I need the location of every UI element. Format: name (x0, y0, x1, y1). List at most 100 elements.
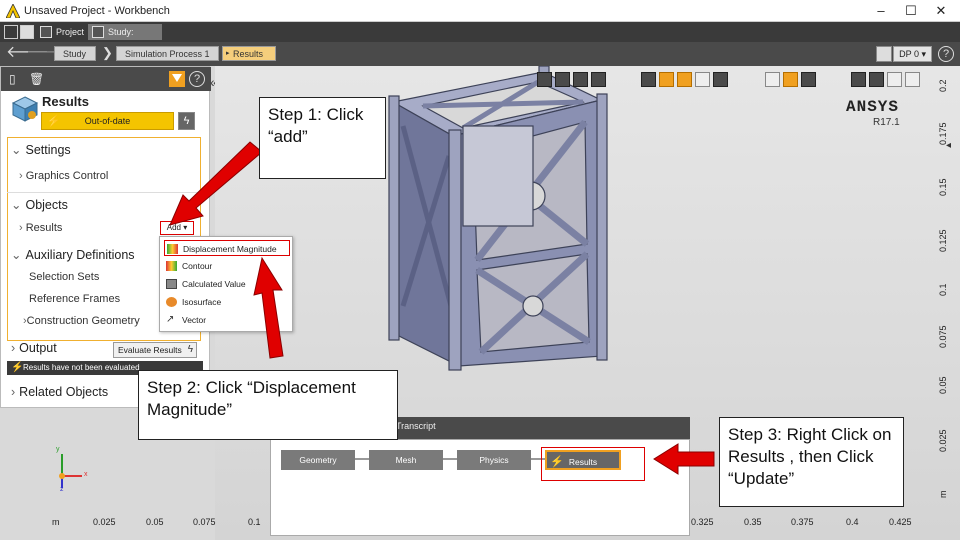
menu-item-isosurface[interactable]: Isosurface (164, 294, 290, 310)
isosurface-icon (166, 297, 177, 307)
close-icon[interactable]: ✕ (926, 2, 956, 20)
select-tool-1-icon[interactable] (641, 72, 656, 87)
fit-view-icon[interactable] (801, 72, 816, 87)
breadcrumb-toolbar: 🡐 🡒 Study ❯ Simulation Process 1 ▸ Result… (0, 42, 960, 66)
section-label: Output (19, 341, 57, 355)
view-option-2-icon[interactable] (905, 72, 920, 87)
workflow-node-physics[interactable]: Physics (457, 450, 531, 470)
selection-sets-row[interactable]: Selection Sets (29, 271, 99, 283)
minimize-icon[interactable]: – (866, 2, 896, 20)
select-tool-2-icon[interactable] (659, 72, 674, 87)
horizontal-tick: 0.025 (93, 517, 116, 527)
layout-icon[interactable] (876, 46, 892, 62)
tab-transcript[interactable]: Transcript (396, 421, 436, 431)
displacement-icon (167, 244, 178, 254)
results-row[interactable]: › Results (19, 222, 62, 234)
menu-item-contour[interactable]: Contour (164, 258, 290, 274)
tab-label: Project (56, 27, 85, 37)
section-auxiliary-definitions[interactable]: ⌄ Auxiliary Definitions (11, 247, 135, 262)
section-label: Auxiliary Definitions (25, 248, 135, 262)
breadcrumb-study[interactable]: Study (54, 46, 96, 61)
section-label: Settings (25, 143, 71, 157)
view-option-1-icon[interactable] (887, 72, 902, 87)
zoom-tool-1-icon[interactable] (765, 72, 780, 87)
callout-step-1: Step 1: Click “add” (259, 97, 386, 179)
workflow-connector (355, 458, 369, 460)
menu-item-label: Vector (182, 315, 207, 325)
breadcrumb-simulation-process[interactable]: Simulation Process 1 (116, 46, 219, 61)
select-tool-4-icon[interactable] (695, 72, 710, 87)
horizontal-tick: 0.325 (691, 517, 714, 527)
evaluate-results-button[interactable]: Evaluate Results ϟ (113, 342, 197, 358)
select-tool-5-icon[interactable] (713, 72, 728, 87)
view-tool-2-icon[interactable] (555, 72, 570, 87)
project-icon (40, 26, 52, 38)
menu-item-calculated-value[interactable]: Calculated Value (164, 276, 290, 292)
horizontal-tick: 0.075 (193, 517, 216, 527)
workflow-node-geometry[interactable]: Geometry (281, 450, 355, 470)
horizontal-tick: 0.375 (791, 517, 814, 527)
vertical-tick: 0.025 (938, 429, 948, 452)
section-related-objects[interactable]: › Related Objects (11, 385, 108, 399)
cubesat-model (388, 66, 608, 371)
reference-frames-row[interactable]: Reference Frames (29, 293, 120, 305)
status-text: Out-of-date (84, 116, 131, 126)
breadcrumb-results[interactable]: ▸ Results (222, 46, 276, 61)
delete-icon[interactable]: 🗑 (29, 72, 44, 86)
vertical-tick: 0.125 (938, 229, 948, 252)
graphics-control-row[interactable]: › Graphics Control (19, 170, 108, 182)
row-label: Construction Geometry (26, 315, 140, 327)
results-cube-icon (11, 96, 39, 122)
menu-icon[interactable] (4, 25, 18, 39)
view-tool-1-icon[interactable] (537, 72, 552, 87)
workflow-node-mesh[interactable]: Mesh (369, 450, 443, 470)
light-icon[interactable] (851, 72, 866, 87)
warning-lightning-icon: ⚡ (11, 362, 24, 373)
maximize-icon[interactable]: ☐ (896, 2, 926, 20)
menu-item-label: Isosurface (182, 297, 222, 307)
horizontal-tick: m (52, 517, 60, 527)
horizontal-tick: 0.425 (889, 517, 912, 527)
design-point-select[interactable]: DP 0 ▾ (893, 46, 932, 62)
section-objects[interactable]: ⌄ Objects (11, 197, 68, 212)
filter-icon[interactable] (169, 71, 185, 87)
axis-z-label: z (60, 486, 64, 493)
add-button[interactable]: Add ▾ (160, 221, 194, 235)
warning-text: Results have not been evaluated (23, 363, 140, 372)
row-label: Graphics Control (25, 170, 109, 182)
title-bar: Unsaved Project - Workbench – ☐ ✕ (0, 0, 960, 22)
menu-item-displacement-magnitude[interactable]: Displacement Magnitude (164, 240, 290, 256)
menu-item-label: Displacement Magnitude (183, 244, 277, 254)
ansys-brand: ANSYS (846, 98, 900, 116)
vector-icon: ↗ (166, 314, 175, 325)
status-badge: ⚡ Out-of-date (41, 112, 174, 130)
menu-item-vector[interactable]: ↗ Vector (164, 312, 290, 328)
view-tool-3-icon[interactable] (573, 72, 588, 87)
help-icon[interactable]: ? (938, 46, 954, 62)
save-icon[interactable] (20, 25, 34, 39)
tab-project[interactable]: Project (36, 24, 86, 40)
panel-help-icon[interactable]: ? (189, 71, 205, 87)
copy-icon[interactable]: ▯ (9, 72, 16, 86)
probe-icon[interactable] (869, 72, 884, 87)
ansys-logo-icon (6, 4, 20, 18)
update-button[interactable]: ϟ (178, 112, 195, 130)
side-collapse-icon[interactable]: ◂ (946, 140, 951, 151)
vertical-tick: 0.2 (938, 79, 948, 92)
select-tool-3-icon[interactable] (677, 72, 692, 87)
breadcrumb-results-label: Results (233, 49, 264, 59)
calculator-icon (166, 279, 177, 289)
section-settings[interactable]: ⌄ Settings (11, 142, 71, 157)
section-output[interactable]: › Output (11, 341, 57, 355)
tab-study-results[interactable]: Study: Results (88, 24, 162, 53)
section-label: Objects (25, 198, 68, 212)
zoom-tool-2-icon[interactable] (783, 72, 798, 87)
workflow-connector (443, 458, 457, 460)
construction-geometry-row[interactable]: ›Construction Geometry (23, 315, 140, 327)
view-tool-4-icon[interactable] (591, 72, 606, 87)
row-label: Results (25, 222, 63, 234)
callout-step-3: Step 3: Right Click on Results , then Cl… (719, 417, 904, 507)
menu-item-label: Contour (182, 261, 213, 271)
ansys-version: R17.1 (873, 117, 900, 128)
vertical-tick: 0.15 (938, 178, 948, 196)
